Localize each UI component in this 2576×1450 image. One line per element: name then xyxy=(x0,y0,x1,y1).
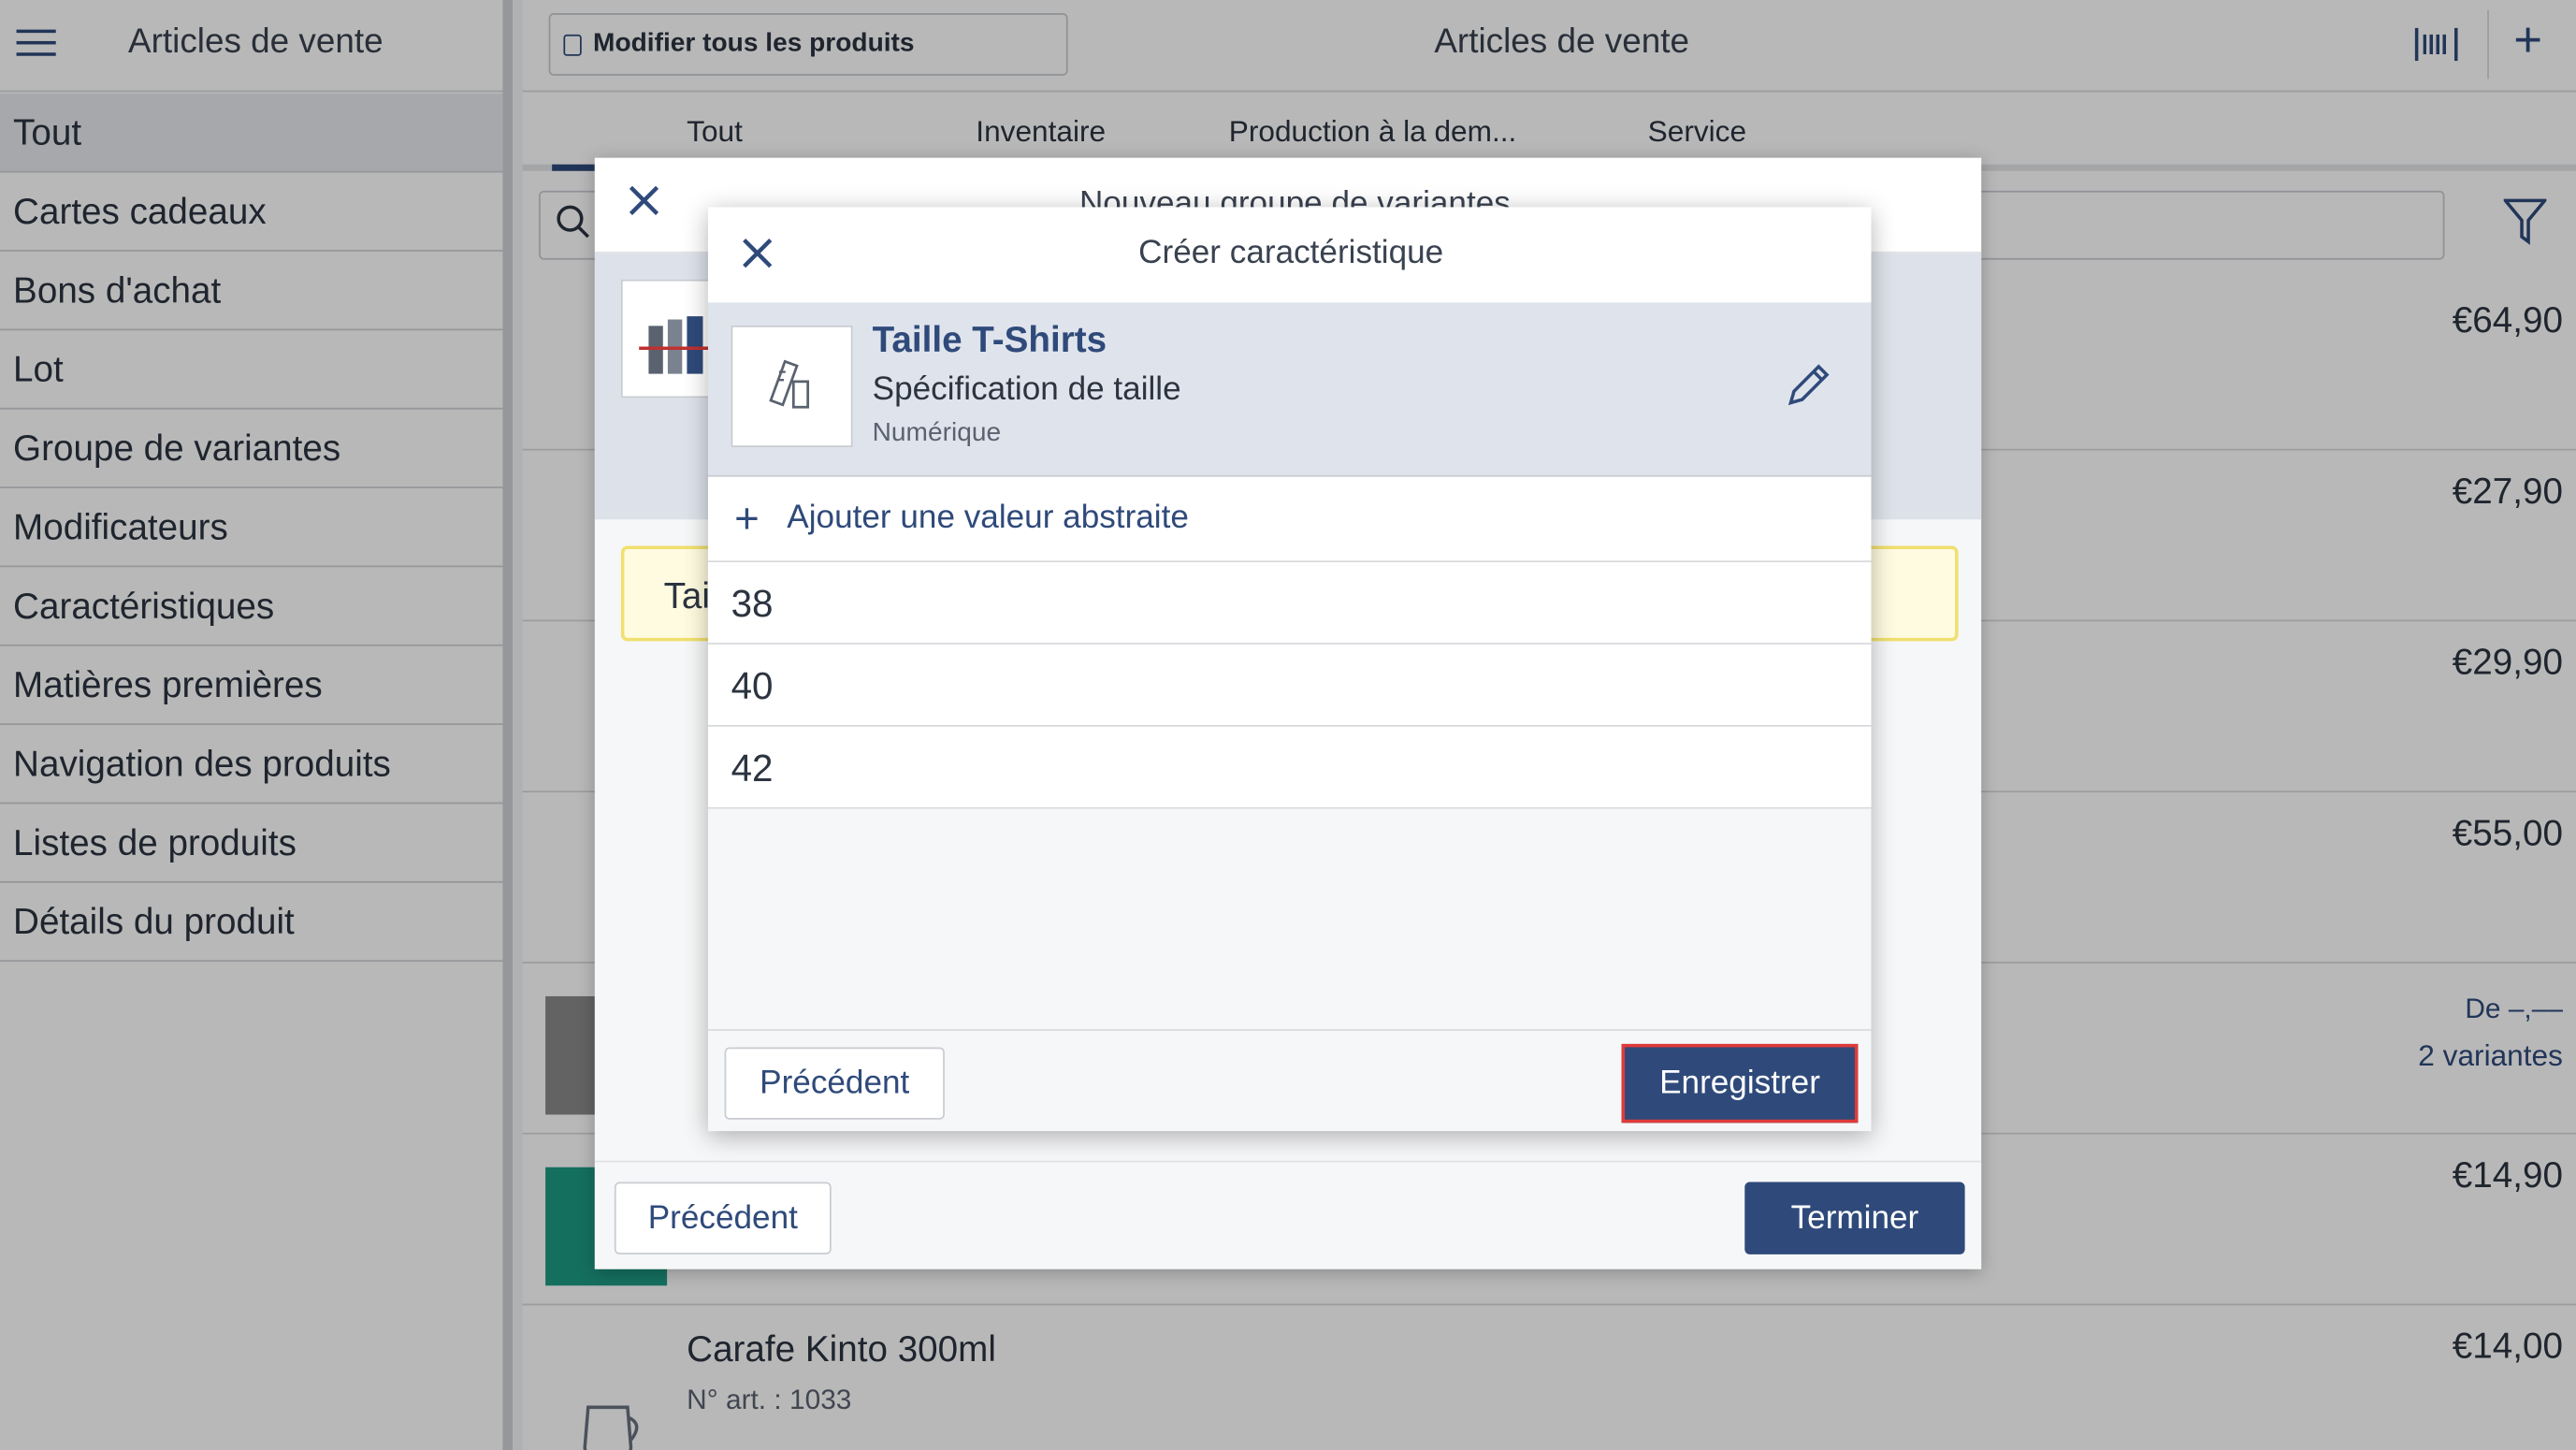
create-characteristic-dialog: Créer caractéristique Taille T-Shirts Sp… xyxy=(707,207,1872,1132)
dialog-title: Créer caractéristique xyxy=(1138,235,1444,271)
value-row[interactable]: 42 xyxy=(707,727,1872,809)
value-row[interactable]: 38 xyxy=(707,562,1872,645)
value-row[interactable]: 40 xyxy=(707,645,1872,727)
characteristic-name: Taille T-Shirts xyxy=(872,318,1107,360)
dialog-header: Créer caractéristique xyxy=(707,207,1872,303)
previous-button[interactable]: Précédent xyxy=(614,1182,832,1254)
close-icon[interactable] xyxy=(624,181,663,220)
previous-button[interactable]: Précédent xyxy=(724,1047,945,1120)
dialog-footer: Précédent Enregistrer xyxy=(707,1029,1872,1132)
close-icon[interactable] xyxy=(738,234,777,273)
characteristic-card: Taille T-Shirts Spécification de taille … xyxy=(707,302,1872,477)
characteristic-type: Numérique xyxy=(872,419,1002,448)
characteristic-subtitle: Spécification de taille xyxy=(872,371,1181,408)
add-abstract-value-label: Ajouter une valeur abstraite xyxy=(787,500,1189,536)
size-ruler-icon xyxy=(731,325,853,448)
finish-button[interactable]: Terminer xyxy=(1744,1182,1965,1254)
add-abstract-value-button[interactable]: + Ajouter une valeur abstraite xyxy=(707,477,1872,563)
dialog-footer: Précédent Terminer xyxy=(594,1160,1982,1269)
save-button[interactable]: Enregistrer xyxy=(1621,1043,1859,1124)
characteristic-chip-label: Tai xyxy=(663,575,710,617)
pencil-icon[interactable] xyxy=(1783,358,1835,411)
values-empty-area xyxy=(707,808,1872,1030)
plus-icon: + xyxy=(734,493,760,543)
